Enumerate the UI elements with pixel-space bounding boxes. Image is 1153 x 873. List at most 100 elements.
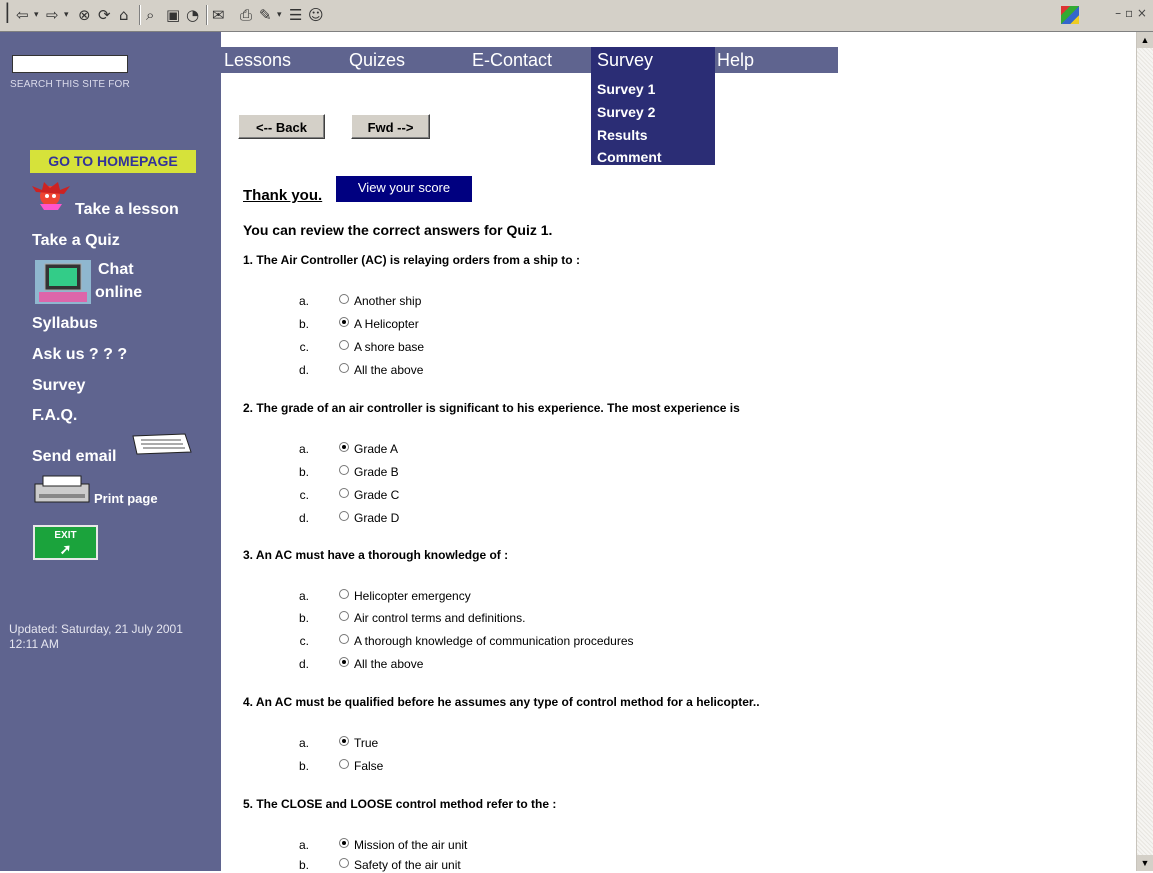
survey-2-item[interactable]: Survey 2 xyxy=(597,104,655,120)
question-5: 5. The CLOSE and LOOSE control method re… xyxy=(243,797,557,811)
radio-button[interactable] xyxy=(339,858,349,868)
option-text: Air control terms and definitions. xyxy=(354,611,526,625)
question-4: 4. An AC must be qualified before he ass… xyxy=(243,695,760,709)
print-icon[interactable]: ⎙ xyxy=(240,6,252,24)
survey-1-item[interactable]: Survey 1 xyxy=(597,81,655,97)
nav-lessons[interactable]: Lessons xyxy=(224,50,291,71)
option-letter: a. xyxy=(298,589,309,603)
option-text: A Helicopter xyxy=(354,317,419,331)
print-page-link[interactable]: Print page xyxy=(94,491,158,506)
option-letter: b. xyxy=(298,465,309,479)
option-letter: a. xyxy=(298,838,309,852)
option-letter: d. xyxy=(298,657,309,671)
radio-button[interactable] xyxy=(339,465,349,475)
faq-link[interactable]: F.A.Q. xyxy=(32,407,77,425)
discuss-icon[interactable]: ☰ xyxy=(289,6,302,24)
refresh-icon[interactable]: ⟳ xyxy=(98,6,111,24)
lesson-mascot-icon xyxy=(32,182,70,210)
radio-button[interactable] xyxy=(339,363,349,373)
search-icon[interactable]: ⌕ xyxy=(146,6,154,24)
browser-toolbar: | ⇦ ▾ ⇨ ▾ ⊗ ⟳ ⌂ ⌕ ▣ ◔ ✉ ⎙ ✎ ▾ ☰ ☺ – ▫ × xyxy=(0,0,1153,32)
results-item[interactable]: Results xyxy=(597,127,648,143)
radio-button[interactable] xyxy=(339,511,349,521)
option-letter: b. xyxy=(298,759,309,773)
survey-link[interactable]: Survey xyxy=(32,377,85,395)
toolbar-separator xyxy=(206,5,208,25)
top-nav: Lessons Quizes E-Contact Help xyxy=(221,47,838,73)
option-text: Grade D xyxy=(354,511,400,525)
option-text: All the above xyxy=(354,363,424,377)
scroll-down-icon[interactable]: ▼ xyxy=(1137,855,1153,871)
home-icon[interactable]: ⌂ xyxy=(119,6,129,24)
edit-icon[interactable]: ✎ xyxy=(259,6,272,24)
option-text: Mission of the air unit xyxy=(354,838,468,852)
nav-survey[interactable]: Survey xyxy=(597,50,653,71)
nav-help[interactable]: Help xyxy=(717,50,754,71)
window-controls[interactable]: – ▫ × xyxy=(1115,6,1147,20)
email-keyboard-icon xyxy=(132,433,192,455)
dropdown-icon[interactable]: ▾ xyxy=(34,6,39,24)
forward-arrow-icon[interactable]: ⇨ xyxy=(46,6,59,24)
radio-button[interactable] xyxy=(339,759,349,769)
option-letter: d. xyxy=(298,511,309,525)
ask-us-link[interactable]: Ask us ? ? ? xyxy=(32,346,127,364)
chat-computer-icon xyxy=(35,260,91,304)
radio-button[interactable] xyxy=(339,657,349,667)
favorites-icon[interactable]: ▣ xyxy=(166,6,180,24)
option-letter: a. xyxy=(298,736,309,750)
thank-you-text: Thank you. xyxy=(243,187,323,204)
review-heading: You can review the correct answers for Q… xyxy=(243,222,553,238)
dropdown-icon[interactable]: ▾ xyxy=(277,6,282,24)
nav-quizes[interactable]: Quizes xyxy=(349,50,405,71)
search-input[interactable] xyxy=(12,55,128,73)
radio-button[interactable] xyxy=(339,634,349,644)
radio-button[interactable] xyxy=(339,736,349,746)
scroll-up-icon[interactable]: ▲ xyxy=(1137,32,1153,48)
radio-button[interactable] xyxy=(339,294,349,304)
printer-icon[interactable] xyxy=(33,474,91,506)
radio-button[interactable] xyxy=(339,589,349,599)
question-3: 3. An AC must have a thorough knowledge … xyxy=(243,548,509,562)
option-text: Helicopter emergency xyxy=(354,589,471,603)
send-email-link[interactable]: Send email xyxy=(32,448,116,466)
dropdown-icon[interactable]: ▾ xyxy=(64,6,69,24)
mail-icon[interactable]: ✉ xyxy=(212,6,225,24)
history-icon[interactable]: ◔ xyxy=(186,6,199,24)
radio-button[interactable] xyxy=(339,340,349,350)
option-letter: c. xyxy=(299,634,309,648)
radio-button[interactable] xyxy=(339,488,349,498)
take-a-quiz-link[interactable]: Take a Quiz xyxy=(32,232,120,250)
option-text: False xyxy=(354,759,384,773)
exit-button[interactable]: EXIT ➚ xyxy=(33,525,98,560)
option-text: Grade B xyxy=(354,465,399,479)
forward-button[interactable]: Fwd --> xyxy=(351,114,430,139)
chat-link[interactable]: Chat xyxy=(98,261,134,279)
option-letter: c. xyxy=(299,340,309,354)
online-link[interactable]: online xyxy=(95,284,142,302)
exit-arrow-icon: ➚ xyxy=(59,541,72,557)
radio-button[interactable] xyxy=(339,838,349,848)
messenger-icon[interactable]: ☺ xyxy=(308,6,324,24)
radio-button[interactable] xyxy=(339,442,349,452)
question-2: 2. The grade of an air controller is sig… xyxy=(243,401,740,415)
vertical-scrollbar[interactable]: ▲ ▼ xyxy=(1136,32,1153,871)
back-arrow-icon[interactable]: ⇦ xyxy=(16,6,29,24)
go-to-homepage-button[interactable]: GO TO HOMEPAGE xyxy=(30,150,196,173)
radio-button[interactable] xyxy=(339,611,349,621)
back-button[interactable]: <-- Back xyxy=(238,114,325,139)
radio-button[interactable] xyxy=(339,317,349,327)
toolbar-separator xyxy=(139,5,141,25)
question-1: 1. The Air Controller (AC) is relaying o… xyxy=(243,253,580,267)
stop-icon[interactable]: ⊗ xyxy=(78,6,91,24)
comment-item[interactable]: Comment xyxy=(597,149,662,165)
option-text: True xyxy=(354,736,379,750)
view-score-button[interactable]: View your score xyxy=(336,176,472,202)
nav-econtact[interactable]: E-Contact xyxy=(472,50,552,71)
option-text: All the above xyxy=(354,657,424,671)
take-a-lesson-link[interactable]: Take a lesson xyxy=(75,201,179,219)
updated-timestamp: Updated: Saturday, 21 July 2001 12:11 AM xyxy=(9,622,183,651)
option-letter: b. xyxy=(298,858,309,872)
option-text: A shore base xyxy=(354,340,425,354)
syllabus-link[interactable]: Syllabus xyxy=(32,315,98,333)
option-letter: b. xyxy=(298,611,309,625)
